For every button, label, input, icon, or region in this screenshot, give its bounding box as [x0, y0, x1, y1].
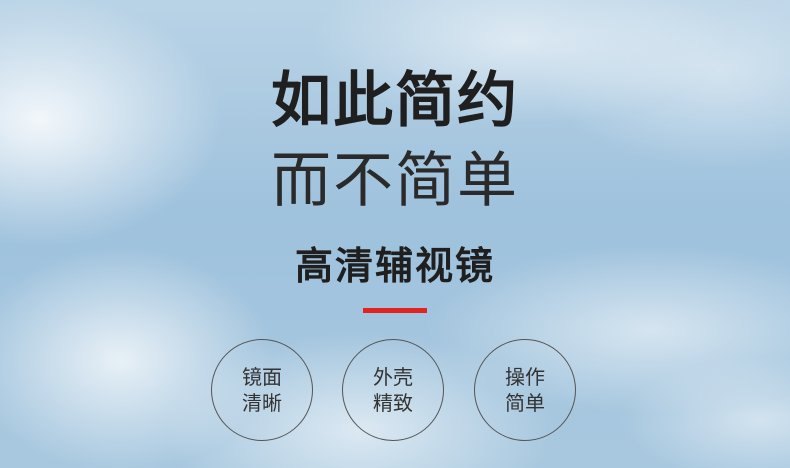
feature-badge-label: 精致	[373, 391, 413, 415]
feature-badge-label: 清晰	[242, 391, 282, 415]
feature-badge-label: 操作	[505, 365, 545, 389]
feature-badge-mirror: 镜面 清晰	[211, 339, 313, 441]
headline-secondary: 而不简单	[271, 146, 519, 216]
feature-badge-label: 镜面	[242, 365, 282, 389]
feature-badge-operation: 操作 简单	[474, 339, 576, 441]
feature-badge-label: 简单	[505, 391, 545, 415]
feature-badge-shell: 外壳 精致	[342, 339, 444, 441]
feature-badge-label: 外壳	[373, 365, 413, 389]
accent-divider	[363, 308, 427, 313]
product-name: 高清辅视镜	[294, 244, 495, 288]
headline-primary: 如此简约	[271, 66, 519, 136]
